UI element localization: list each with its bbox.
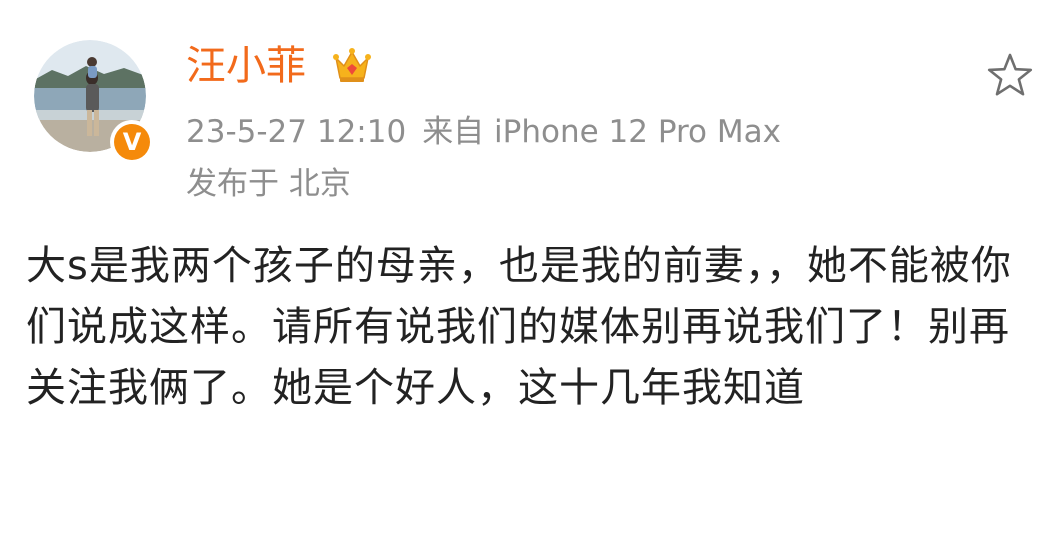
author-avatar[interactable]: V	[34, 40, 154, 164]
post-timestamp: 23-5-27 12:10	[186, 114, 407, 150]
post-body-text: 大s是我两个孩子的母亲，也是我的前妻，，她不能被你们说成这样。请所有说我们的媒体…	[26, 243, 1012, 411]
star-outline-icon[interactable]	[984, 50, 1036, 102]
verified-v-icon: V	[114, 124, 150, 160]
post-location: 发布于 北京	[186, 166, 351, 202]
crown-icon	[333, 48, 371, 82]
post-meta: 23-5-27 12:10 来自 iPhone 12 Pro Max	[186, 112, 797, 152]
verified-badge: V	[110, 120, 154, 164]
post-source[interactable]: 来自 iPhone 12 Pro Max	[422, 114, 781, 150]
weibo-post: V 汪小菲 23-5-27 12:10 来自 iPhone 12 Pro Max …	[0, 0, 1053, 546]
author-name[interactable]: 汪小菲	[186, 40, 306, 92]
